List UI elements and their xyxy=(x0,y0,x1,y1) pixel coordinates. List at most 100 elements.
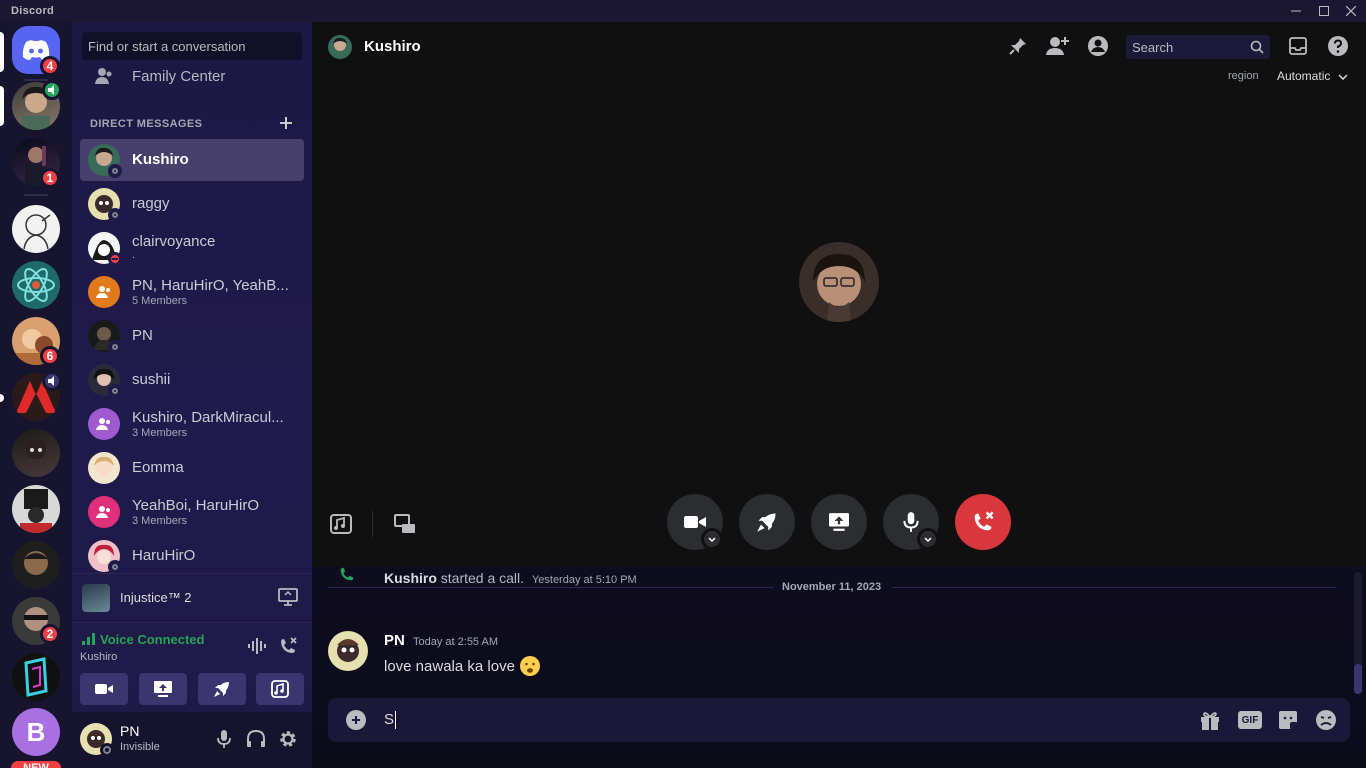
call-phone-icon xyxy=(340,567,354,581)
camera-button[interactable] xyxy=(80,673,128,705)
dm-item-eomma[interactable]: Eomma xyxy=(80,447,304,489)
dm-item-group-kushiro-darkmiracul[interactable]: Kushiro, DarkMiracul... 3 Members xyxy=(80,403,304,445)
user-panel: PN Invisible xyxy=(72,712,312,768)
status-invisible-icon xyxy=(108,384,122,398)
inbox-button[interactable] xyxy=(1286,34,1310,58)
user-profile-button[interactable] xyxy=(1086,34,1110,58)
profile-icon xyxy=(1088,36,1108,56)
add-friends-to-dm-button[interactable] xyxy=(1046,34,1070,58)
user-status: Invisible xyxy=(120,741,160,753)
group-icon xyxy=(96,506,110,518)
message-input[interactable]: S xyxy=(384,711,397,730)
frowning-face-emoji-icon xyxy=(519,656,540,676)
new-badge: NEW xyxy=(8,758,64,768)
guild-icon[interactable] xyxy=(12,653,60,701)
activity-button[interactable] xyxy=(739,494,795,550)
add-user-icon xyxy=(1046,37,1069,55)
status-invisible-icon xyxy=(100,743,114,757)
family-center-link[interactable]: Family Center xyxy=(80,63,304,89)
emoji-button[interactable] xyxy=(1314,708,1338,732)
dm-item-sushii[interactable]: sushii xyxy=(80,359,304,401)
dm-item-clairvoyance[interactable]: clairvoyance . xyxy=(80,227,304,269)
upload-plus-button[interactable] xyxy=(346,710,366,730)
dm-item-group-yeahboi-haruhiro[interactable]: YeahBoi, HaruHirO 3 Members xyxy=(80,491,304,533)
dm-item-haruhiro[interactable]: HaruHirO xyxy=(80,535,304,573)
avatar xyxy=(88,276,120,308)
dm-header: DIRECT MESSAGES xyxy=(90,118,203,130)
header-title: Kushiro xyxy=(364,38,421,55)
chevron-down-icon xyxy=(708,536,716,542)
settings-gear-icon[interactable] xyxy=(278,729,298,749)
guild-icon[interactable] xyxy=(12,261,60,309)
chat-scrollbar[interactable] xyxy=(1354,572,1362,694)
family-icon xyxy=(95,68,112,84)
search-input[interactable]: Search xyxy=(1126,35,1270,59)
video-options-button[interactable] xyxy=(701,528,723,550)
headphones-icon[interactable] xyxy=(246,729,266,749)
create-dm-icon[interactable] xyxy=(278,115,294,131)
activities-button[interactable] xyxy=(198,673,246,705)
guild-icon[interactable] xyxy=(12,429,60,477)
message-timestamp: Today at 2:55 AM xyxy=(413,636,498,648)
soundboard-button[interactable] xyxy=(256,673,304,705)
title-bar: Discord xyxy=(0,0,1366,22)
avatar xyxy=(88,540,122,573)
soundboard-icon[interactable] xyxy=(329,512,353,536)
signal-icon xyxy=(82,633,95,645)
game-icon xyxy=(82,584,110,612)
disconnect-icon[interactable] xyxy=(278,636,298,656)
gift-button[interactable] xyxy=(1198,708,1222,732)
avatar xyxy=(88,144,122,178)
voice-channel[interactable]: Kushiro xyxy=(80,651,117,663)
share-screen-button[interactable] xyxy=(139,673,187,705)
message-composer[interactable]: S GIF xyxy=(328,698,1350,742)
dm-item-group-pn-haruhiro[interactable]: PN, HaruHirO, YeahB... 5 Members xyxy=(80,271,304,313)
dm-item-raggy[interactable]: raggy xyxy=(80,183,304,225)
camera-icon xyxy=(95,684,113,694)
scrollbar-thumb[interactable] xyxy=(1354,664,1362,694)
inbox-icon xyxy=(1289,37,1307,55)
message-author[interactable]: PN xyxy=(384,632,405,649)
search-icon xyxy=(1250,40,1264,54)
participant-avatar[interactable] xyxy=(799,242,879,322)
guild-icon[interactable] xyxy=(12,485,60,533)
sticker-button[interactable] xyxy=(1276,708,1300,732)
date-divider-line xyxy=(892,587,1336,588)
maximize-button[interactable] xyxy=(1310,1,1338,21)
gif-button[interactable]: GIF xyxy=(1238,708,1262,732)
help-button[interactable] xyxy=(1326,34,1350,58)
microphone-icon[interactable] xyxy=(215,729,233,749)
guild-icon-b[interactable]: B xyxy=(12,708,60,756)
minimize-button[interactable] xyxy=(1282,1,1310,21)
guild-badge: 1 xyxy=(40,168,60,188)
dm-item-pn[interactable]: PN xyxy=(80,315,304,357)
dm-sidebar: Find or start a conversation Family Cent… xyxy=(72,22,312,768)
avatar xyxy=(88,232,122,266)
screen-share-game-icon[interactable] xyxy=(277,587,299,607)
selected-pill xyxy=(0,32,4,72)
status-invisible-icon xyxy=(108,560,122,573)
help-icon xyxy=(1328,36,1348,56)
voice-status[interactable]: Voice Connected xyxy=(100,632,205,647)
noise-suppression-icon[interactable] xyxy=(247,637,267,655)
pin-icon xyxy=(1009,38,1026,55)
guild-icon[interactable] xyxy=(12,541,60,589)
speaker-icon xyxy=(42,371,62,391)
date-divider-line xyxy=(328,587,774,588)
guild-icon[interactable] xyxy=(12,205,60,253)
pop-out-icon[interactable] xyxy=(393,512,417,536)
share-screen-button[interactable] xyxy=(811,494,867,550)
rocket-icon xyxy=(214,682,229,697)
end-call-button[interactable] xyxy=(955,494,1011,550)
audio-options-button[interactable] xyxy=(917,528,939,550)
status-invisible-icon xyxy=(108,340,122,354)
status-invisible-icon xyxy=(108,208,122,222)
avatar xyxy=(88,408,120,440)
region-select[interactable]: Automatic xyxy=(1277,69,1348,83)
activity-game: Injustice™ 2 xyxy=(120,590,192,605)
find-conversation-button[interactable]: Find or start a conversation xyxy=(82,32,302,60)
close-button[interactable] xyxy=(1337,1,1365,21)
dm-item-kushiro[interactable]: Kushiro xyxy=(80,139,304,181)
message-avatar[interactable] xyxy=(328,631,368,671)
pinned-messages-button[interactable] xyxy=(1006,34,1030,58)
